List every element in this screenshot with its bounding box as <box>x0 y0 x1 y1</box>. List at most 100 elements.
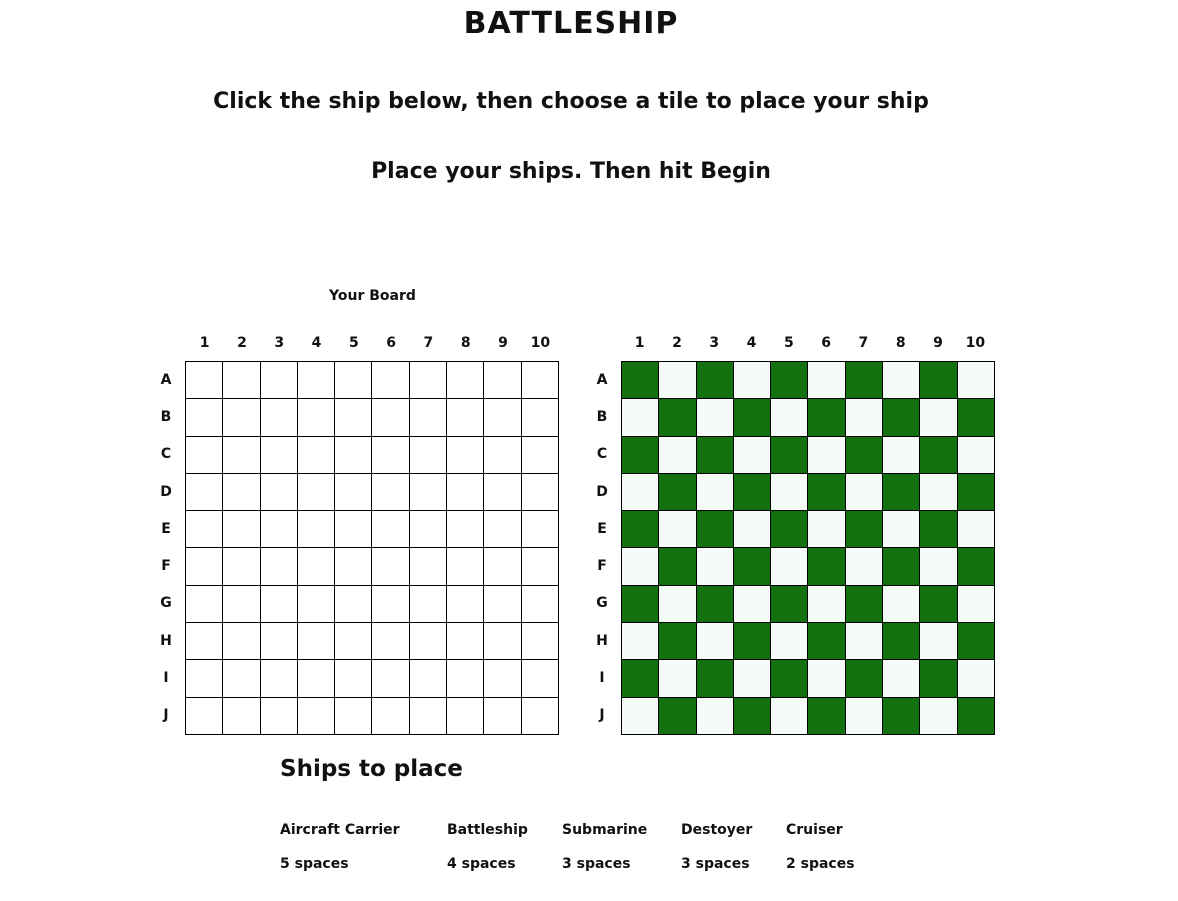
board-tile-d10[interactable] <box>957 473 995 512</box>
board-tile-a8[interactable] <box>883 362 921 400</box>
board-tile-d1[interactable] <box>622 473 660 512</box>
board-tile-a10[interactable] <box>957 362 995 400</box>
board-tile-c10[interactable] <box>957 436 995 474</box>
board-tile-f4[interactable] <box>733 548 772 586</box>
board-tile-b7[interactable] <box>845 399 884 437</box>
board-tile-i5[interactable] <box>771 660 809 698</box>
board-tile-h2[interactable] <box>223 623 261 661</box>
board-tile-b8[interactable] <box>883 399 921 437</box>
ship-cruiser[interactable]: Cruiser 2 spaces <box>786 822 855 872</box>
board-tile-c2[interactable] <box>659 436 697 474</box>
board-tile-g10[interactable] <box>521 585 559 624</box>
board-tile-c3[interactable] <box>260 436 298 474</box>
board-tile-c5[interactable] <box>771 436 809 474</box>
board-tile-h1[interactable] <box>622 623 660 661</box>
board-tile-i6[interactable] <box>808 660 846 698</box>
board-tile-d3[interactable] <box>260 473 298 512</box>
board-tile-e8[interactable] <box>447 511 485 549</box>
board-tile-i4[interactable] <box>297 660 336 698</box>
board-tile-g5[interactable] <box>771 585 809 624</box>
board-tile-d8[interactable] <box>447 473 485 512</box>
board-tile-c6[interactable] <box>372 436 410 474</box>
board-tile-j10[interactable] <box>957 697 995 735</box>
board-tile-f3[interactable] <box>696 548 734 586</box>
board-tile-h4[interactable] <box>733 623 772 661</box>
board-tile-e6[interactable] <box>372 511 410 549</box>
board-tile-f2[interactable] <box>223 548 261 586</box>
board-tile-e2[interactable] <box>223 511 261 549</box>
board-tile-f7[interactable] <box>845 548 884 586</box>
board-tile-j10[interactable] <box>521 697 559 735</box>
board-tile-d4[interactable] <box>297 473 336 512</box>
board-tile-c1[interactable] <box>186 436 224 474</box>
board-tile-i4[interactable] <box>733 660 772 698</box>
board-tile-h7[interactable] <box>845 623 884 661</box>
board-tile-h9[interactable] <box>920 623 958 661</box>
board-tile-e1[interactable] <box>622 511 660 549</box>
board-tile-a7[interactable] <box>845 362 884 400</box>
board-tile-i5[interactable] <box>335 660 373 698</box>
board-tile-b7[interactable] <box>409 399 448 437</box>
board-tile-e8[interactable] <box>883 511 921 549</box>
board-tile-g7[interactable] <box>409 585 448 624</box>
board-tile-c9[interactable] <box>484 436 522 474</box>
board-tile-a6[interactable] <box>372 362 410 400</box>
board-tile-g4[interactable] <box>733 585 772 624</box>
board-tile-f7[interactable] <box>409 548 448 586</box>
board-tile-g10[interactable] <box>957 585 995 624</box>
board-tile-d5[interactable] <box>335 473 373 512</box>
board-tile-b4[interactable] <box>733 399 772 437</box>
board-tile-e3[interactable] <box>696 511 734 549</box>
board-tile-b1[interactable] <box>186 399 224 437</box>
board-tile-h9[interactable] <box>484 623 522 661</box>
board-tile-f8[interactable] <box>447 548 485 586</box>
board-tile-j2[interactable] <box>659 697 697 735</box>
board-tile-f5[interactable] <box>771 548 809 586</box>
board-tile-d9[interactable] <box>484 473 522 512</box>
board-tile-g3[interactable] <box>696 585 734 624</box>
board-tile-b2[interactable] <box>659 399 697 437</box>
ship-destroyer[interactable]: Destoyer 3 spaces <box>681 822 752 872</box>
board-tile-g2[interactable] <box>659 585 697 624</box>
board-tile-j3[interactable] <box>260 697 298 735</box>
board-tile-b5[interactable] <box>335 399 373 437</box>
board-tile-g3[interactable] <box>260 585 298 624</box>
board-tile-b1[interactable] <box>622 399 660 437</box>
board-tile-e5[interactable] <box>771 511 809 549</box>
board-tile-a6[interactable] <box>808 362 846 400</box>
board-tile-g8[interactable] <box>883 585 921 624</box>
board-tile-b2[interactable] <box>223 399 261 437</box>
board-tile-b3[interactable] <box>696 399 734 437</box>
board-tile-g2[interactable] <box>223 585 261 624</box>
board-tile-b10[interactable] <box>521 399 559 437</box>
board-tile-h1[interactable] <box>186 623 224 661</box>
board-tile-c8[interactable] <box>883 436 921 474</box>
board-tile-i9[interactable] <box>484 660 522 698</box>
board-tile-a8[interactable] <box>447 362 485 400</box>
board-tile-g6[interactable] <box>808 585 846 624</box>
board-tile-d6[interactable] <box>808 473 846 512</box>
board-tile-g1[interactable] <box>186 585 224 624</box>
board-tile-e10[interactable] <box>957 511 995 549</box>
board-tile-c6[interactable] <box>808 436 846 474</box>
board-tile-g8[interactable] <box>447 585 485 624</box>
board-tile-j6[interactable] <box>808 697 846 735</box>
board-tile-f3[interactable] <box>260 548 298 586</box>
board-tile-h10[interactable] <box>521 623 559 661</box>
board-tile-d9[interactable] <box>920 473 958 512</box>
board-tile-i10[interactable] <box>521 660 559 698</box>
board-tile-h6[interactable] <box>372 623 410 661</box>
board-tile-f1[interactable] <box>622 548 660 586</box>
board-tile-b9[interactable] <box>920 399 958 437</box>
ship-submarine[interactable]: Submarine 3 spaces <box>562 822 647 872</box>
board-tile-e7[interactable] <box>409 511 448 549</box>
board-tile-f2[interactable] <box>659 548 697 586</box>
board-tile-i7[interactable] <box>409 660 448 698</box>
board-tile-j4[interactable] <box>733 697 772 735</box>
board-tile-i9[interactable] <box>920 660 958 698</box>
board-tile-g9[interactable] <box>920 585 958 624</box>
board-tile-a3[interactable] <box>260 362 298 400</box>
board-tile-d5[interactable] <box>771 473 809 512</box>
board-tile-e5[interactable] <box>335 511 373 549</box>
board-tile-h3[interactable] <box>696 623 734 661</box>
